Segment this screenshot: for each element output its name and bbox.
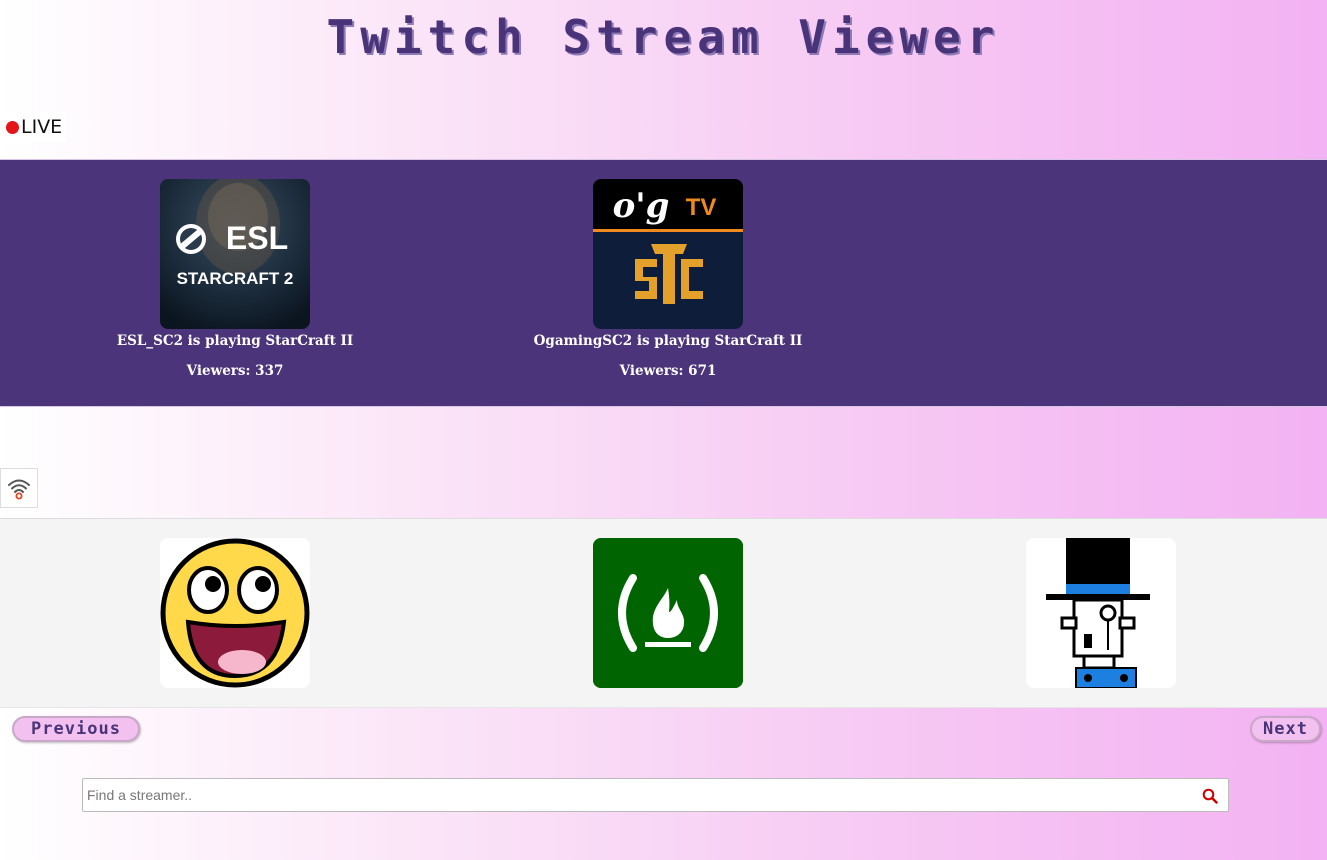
svg-text:o'g: o'g — [613, 186, 670, 226]
freecodecamp-logo[interactable] — [593, 538, 743, 688]
previous-button[interactable]: Previous — [12, 716, 140, 742]
search-icon — [1202, 788, 1218, 804]
esl-sc2-logo[interactable]: ESL STARCRAFT 2 — [160, 179, 310, 329]
stream-title[interactable]: OgamingSC2 is playing StarCraft II — [518, 331, 818, 351]
search-button[interactable] — [1198, 784, 1222, 808]
page-title: Twitch Stream Viewer — [326, 10, 1001, 64]
offline-section-label — [0, 468, 38, 508]
svg-text:STARCRAFT 2: STARCRAFT 2 — [177, 269, 294, 288]
live-streams-panel: ESL STARCRAFT 2 ESL_SC2 is playing StarC… — [0, 159, 1327, 407]
live-dot-icon — [6, 120, 19, 134]
search-bar — [82, 778, 1229, 812]
svg-text:ESL: ESL — [226, 220, 288, 256]
ogaming-sc2-logo[interactable]: o'g TV — [593, 179, 743, 329]
robot-top-hat-logo[interactable] — [1026, 538, 1176, 688]
wifi-signal-icon — [8, 479, 30, 500]
stream-title[interactable]: ESL_SC2 is playing StarCraft II — [85, 331, 385, 351]
search-input[interactable] — [83, 779, 1193, 811]
svg-text:TV: TV — [686, 194, 717, 221]
stream-card-ogaming-sc2[interactable]: o'g TV OgamingSC2 is playing StarCraft I… — [518, 179, 818, 381]
awesome-smiley-logo[interactable] — [160, 538, 310, 688]
stream-card-esl-sc2[interactable]: ESL STARCRAFT 2 ESL_SC2 is playing StarC… — [85, 179, 385, 381]
live-label-text: LIVE — [21, 116, 63, 138]
live-section-label: LIVE — [0, 112, 66, 142]
offline-channels-panel — [0, 518, 1327, 708]
next-button[interactable]: Next — [1250, 716, 1321, 742]
stream-viewers: Viewers: 337 — [186, 363, 284, 379]
stream-viewers: Viewers: 671 — [619, 363, 717, 379]
